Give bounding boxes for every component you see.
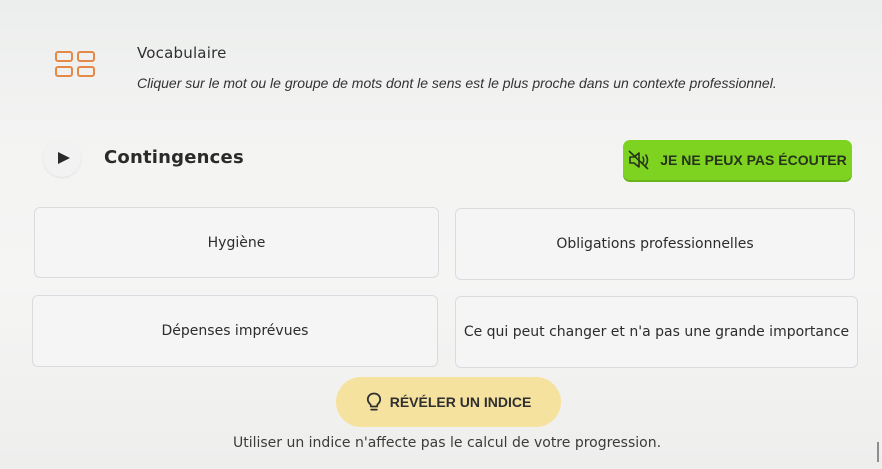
lightbulb-icon (366, 392, 381, 411)
answer-option-label: Ce qui peut changer et n'a pas une grand… (463, 324, 850, 340)
scrollbar-edge (877, 442, 879, 462)
answer-option[interactable]: Ce qui peut changer et n'a pas une grand… (455, 296, 858, 368)
play-icon (58, 152, 70, 164)
answer-option-label: Obligations professionnelles (556, 236, 754, 252)
reveal-hint-button[interactable]: RÉVÉLER UN INDICE (336, 377, 561, 427)
section-title: Vocabulaire (137, 44, 227, 62)
answer-option[interactable]: Hygiène (34, 207, 439, 278)
hint-note: Utiliser un indice n'affecte pas le calc… (232, 435, 662, 451)
answer-option-label: Dépenses imprévues (161, 323, 309, 339)
target-word: Contingences (104, 147, 244, 168)
cant-listen-button[interactable]: JE NE PEUX PAS ÉCOUTER (623, 140, 852, 180)
answer-option-label: Hygiène (207, 234, 266, 251)
reveal-hint-label: RÉVÉLER UN INDICE (389, 394, 532, 410)
answer-option[interactable]: Dépenses imprévues (32, 295, 438, 367)
play-audio-button[interactable] (43, 139, 81, 177)
cant-listen-label: JE NE PEUX PAS ÉCOUTER (660, 152, 847, 168)
answer-option[interactable]: Obligations professionnelles (455, 208, 855, 280)
grid-icon (55, 51, 99, 81)
instruction-text: Cliquer sur le mot ou le groupe de mots … (137, 75, 777, 91)
speaker-muted-icon (628, 150, 649, 170)
